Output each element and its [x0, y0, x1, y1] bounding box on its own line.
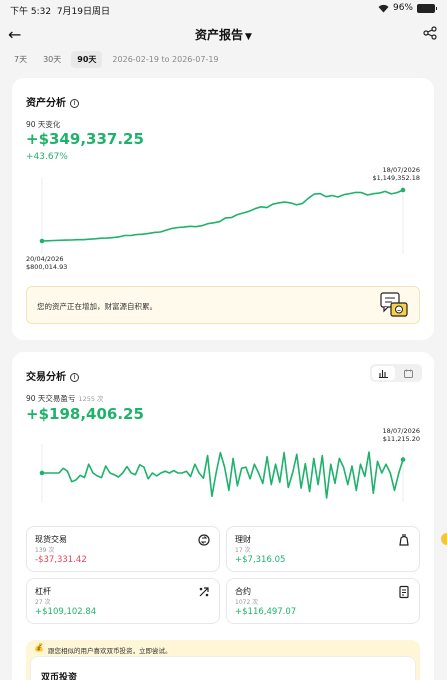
tile-value: -$37,331.42	[35, 555, 87, 565]
status-bar: 下午 5:32 7月19日周日 96%	[0, 0, 447, 20]
trade-analysis-card: 交易分析 i 90 天交易盈亏 1255 次 +$198,406.25 18/07/…	[12, 352, 434, 680]
tile-earn[interactable]: 理财 17 次 +$7,316.05	[226, 526, 420, 572]
asset-notice-text: 您的资产正在增加，财富源自积累。	[37, 302, 157, 311]
range-30d[interactable]: 30天	[37, 51, 67, 68]
chart-start-point	[39, 470, 45, 476]
tile-count: 17 次	[235, 547, 251, 554]
earn-icon	[399, 534, 409, 546]
tile-count: 1072 次	[235, 599, 259, 606]
range-90d[interactable]: 90天	[71, 51, 103, 68]
asset-end-label: 18/07/2026 $1,149,352.18	[372, 166, 420, 182]
contract-icon	[399, 585, 409, 599]
spot-trade-icon	[198, 534, 210, 546]
tile-margin[interactable]: 杠杆 27 次 +$109,102.84	[26, 578, 220, 624]
promo-banner[interactable]: 💰 跟您相似的用户喜欢双币投资，立即尝试。 双币投资	[26, 640, 420, 680]
page-title[interactable]: 资产报告 ▼	[0, 26, 447, 43]
battery-percent: 96%	[392, 3, 413, 13]
chart-start-point	[39, 238, 45, 244]
range-selector: 7天 30天 90天 2026-02-19 to 2026-07-19	[8, 51, 219, 68]
tile-value: +$109,102.84	[35, 607, 97, 617]
money-bag-icon: 💰	[34, 643, 44, 652]
dual-investment-card[interactable]: 双币投资	[30, 656, 416, 680]
tile-spot-trade[interactable]: 现货交易 139 次 -$37,331.42	[26, 526, 220, 572]
chart-end-point	[400, 187, 406, 193]
chart-series-line	[42, 451, 404, 499]
tile-value: +$116,497.07	[235, 607, 297, 617]
battery-icon	[417, 3, 437, 13]
chart-end-point	[400, 457, 406, 462]
tile-count: 139 次	[35, 547, 55, 554]
date-range: 2026-02-19 to 2026-07-19	[112, 55, 219, 64]
promo-text: 跟您相似的用户喜欢双币投资，立即尝试。	[48, 647, 172, 655]
tile-label: 理财	[235, 535, 251, 544]
asset-start-label: 20/04/2026 $800,014.93	[26, 255, 68, 271]
tile-label: 杠杆	[35, 587, 51, 596]
trade-line-chart	[39, 444, 406, 502]
status-time: 下午 5:32 7月19日周日	[10, 7, 110, 17]
dual-investment-title: 双币投资	[41, 673, 78, 680]
tile-count: 27 次	[35, 599, 51, 606]
tile-label: 合约	[235, 587, 251, 596]
floating-assistant-handle[interactable]	[441, 533, 447, 545]
trade-end-label: 18/07/2026 $11,215.20	[382, 427, 420, 443]
page-header: ← 资产报告 ▼	[0, 22, 447, 48]
tile-contract[interactable]: 合约 1072 次 +$116,497.07	[226, 578, 420, 624]
tile-value: +$7,316.05	[235, 555, 286, 565]
chevron-down-icon: ▼	[245, 32, 252, 42]
range-7d[interactable]: 7天	[8, 51, 33, 68]
asset-notice: 您的资产正在增加，财富源自积累。	[26, 286, 420, 324]
asset-analysis-card: 资产分析 i 90 天变化 +$349,337.25 +43.67% 18/07/…	[12, 78, 434, 340]
wifi-icon	[378, 4, 389, 12]
tile-label: 现货交易	[35, 535, 67, 544]
chat-bubbles-icon	[380, 292, 408, 317]
margin-icon	[199, 587, 209, 597]
chart-series-line	[41, 189, 404, 242]
asset-line-chart	[39, 178, 406, 254]
share-icon[interactable]	[423, 26, 437, 40]
